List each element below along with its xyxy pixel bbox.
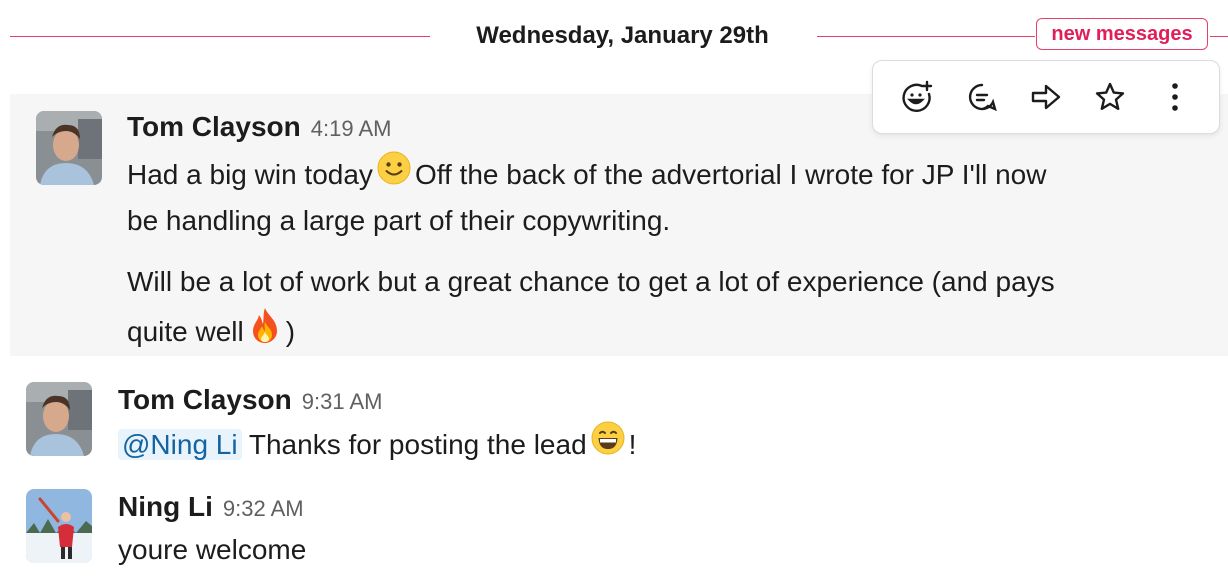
message-text: Will be a lot of work but a great chance… xyxy=(127,266,1055,297)
message-text: quite well) xyxy=(127,306,295,358)
message-timestamp[interactable]: 9:31 AM xyxy=(302,389,383,414)
message-text: @Ning Li Thanks for posting the lead! xyxy=(118,421,636,469)
message-timestamp[interactable]: 9:32 AM xyxy=(223,496,304,521)
share-message-icon xyxy=(1030,83,1062,111)
sender-name[interactable]: Ning Li xyxy=(118,491,213,522)
slightly-smiling-face-icon[interactable] xyxy=(377,151,411,196)
grinning-face-icon[interactable] xyxy=(591,421,625,466)
avatar[interactable] xyxy=(26,382,92,456)
message-actions-toolbar xyxy=(872,60,1220,134)
new-messages-badge[interactable]: new messages xyxy=(1036,18,1208,50)
avatar[interactable] xyxy=(26,489,92,563)
add-reaction-icon xyxy=(900,80,934,114)
avatar[interactable] xyxy=(36,111,102,185)
save-star-icon xyxy=(1094,81,1126,113)
reply-in-thread-icon xyxy=(967,82,997,112)
fire-icon[interactable] xyxy=(248,306,282,355)
divider-line-left xyxy=(10,36,430,37)
add-reaction-button[interactable] xyxy=(895,75,939,119)
share-message-button[interactable] xyxy=(1024,75,1068,119)
sender-name[interactable]: Tom Clayson xyxy=(127,111,301,142)
divider-line-mid xyxy=(817,36,1035,37)
sender-name[interactable]: Tom Clayson xyxy=(118,384,292,415)
save-message-button[interactable] xyxy=(1088,75,1132,119)
divider-line-right xyxy=(1210,36,1228,37)
user-mention[interactable]: @Ning Li xyxy=(118,428,242,460)
reply-in-thread-button[interactable] xyxy=(960,75,1004,119)
more-actions-icon xyxy=(1170,81,1180,113)
date-divider-label[interactable]: Wednesday, January 29th xyxy=(455,22,790,50)
message-timestamp[interactable]: 4:19 AM xyxy=(311,116,392,141)
message-text: be handling a large part of their copywr… xyxy=(127,205,671,236)
message-text: Had a big win today Off the back of the a… xyxy=(127,151,1046,199)
more-actions-button[interactable] xyxy=(1153,75,1197,119)
message-text: youre welcome xyxy=(118,534,307,565)
